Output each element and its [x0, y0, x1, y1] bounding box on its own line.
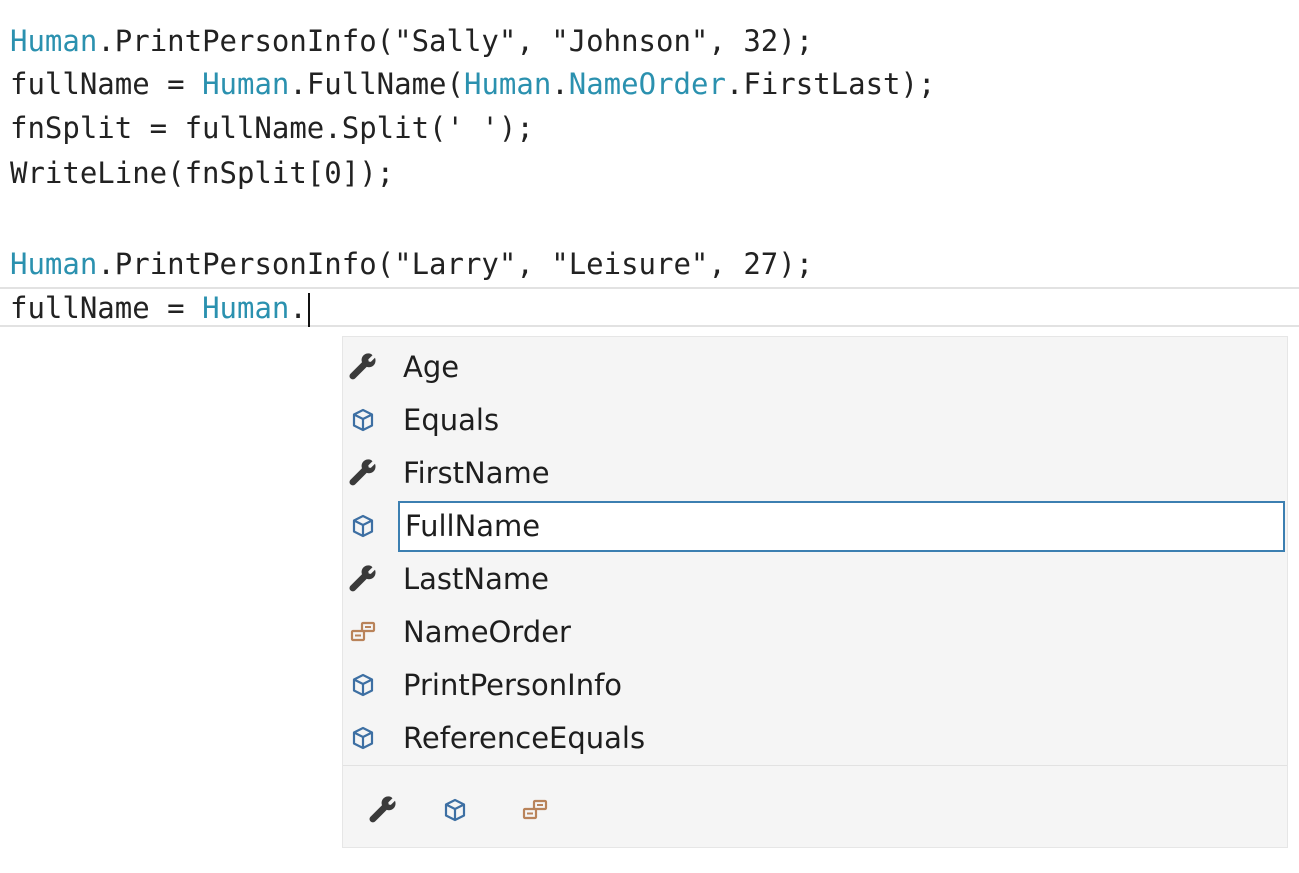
code-token: . [551, 67, 569, 101]
code-token: Human [463, 67, 552, 101]
completion-item-label: Age [403, 350, 460, 384]
code-token: Human [10, 247, 98, 281]
completion-item-label: FullName [405, 509, 541, 543]
code-token: WriteLine(fnSplit[0]); [10, 156, 395, 190]
cube-icon [348, 670, 378, 700]
code-token: . [289, 291, 307, 325]
code-line-print-larry[interactable]: Human.PrintPersonInfo("Larry", "Leisure"… [10, 242, 813, 286]
completion-filter-bar [343, 765, 1287, 847]
code-token: Human [202, 291, 290, 325]
code-line-print-sally[interactable]: Human.PrintPersonInfo("Sally", "Johnson"… [10, 19, 813, 63]
code-line-fullname-assign[interactable]: fullName = Human.FullName(Human.NameOrde… [10, 62, 935, 106]
completion-item-full-name[interactable]: FullName [343, 500, 1287, 553]
completion-item-first-name[interactable]: FirstName [343, 447, 1287, 500]
code-line-current[interactable]: fullName = Human. [10, 286, 310, 330]
cube-icon [348, 511, 378, 541]
code-line-fnsplit[interactable]: fnSplit = fullName.Split(' '); [10, 106, 534, 150]
completion-item-label: Equals [403, 403, 500, 437]
wrench-icon [368, 795, 398, 830]
code-token: .FirstLast); [725, 67, 936, 101]
completion-item-label: PrintPersonInfo [403, 668, 623, 702]
code-token: .FullName( [289, 67, 464, 101]
code-token: Human [202, 67, 290, 101]
intellisense-popup: Age Equals FirstName FullName LastName NameOr… [342, 336, 1288, 848]
cube-icon [348, 405, 378, 435]
completion-item-reference-equals[interactable]: ReferenceEquals [343, 712, 1287, 765]
filter-method-button[interactable] [435, 792, 475, 832]
enum-icon [348, 617, 378, 647]
code-token: Human [10, 24, 98, 58]
completion-item-label: ReferenceEquals [403, 721, 646, 755]
completion-item-label: NameOrder [403, 615, 571, 649]
filter-property-button[interactable] [363, 792, 403, 832]
code-token: fullName = [10, 67, 203, 101]
completion-item-name-order[interactable]: NameOrder [343, 606, 1287, 659]
wrench-icon [348, 352, 378, 382]
code-token: .PrintPersonInfo("Larry", "Leisure", 27)… [97, 247, 814, 281]
filter-enum-button[interactable] [515, 792, 555, 832]
completion-item-equals[interactable]: Equals [343, 394, 1287, 447]
text-caret [307, 293, 310, 327]
code-token: fnSplit = fullName.Split(' '); [10, 111, 534, 145]
completion-item-age[interactable]: Age [343, 341, 1287, 394]
completion-item-last-name[interactable]: LastName [343, 553, 1287, 606]
completion-item-label: LastName [403, 562, 549, 596]
wrench-icon [348, 564, 378, 594]
code-token: fullName = [10, 291, 203, 325]
completion-item-label: FirstName [403, 456, 550, 490]
enum-icon [520, 795, 550, 830]
code-token: .PrintPersonInfo("Sally", "Johnson", 32)… [97, 24, 814, 58]
wrench-icon [348, 458, 378, 488]
code-editor[interactable]: Human.PrintPersonInfo("Sally", "Johnson"… [0, 0, 1299, 873]
cube-icon [348, 723, 378, 753]
code-line-writeline[interactable]: WriteLine(fnSplit[0]); [10, 151, 394, 195]
cube-icon [440, 795, 470, 830]
code-token: NameOrder [568, 67, 726, 101]
completion-item-print-person-info[interactable]: PrintPersonInfo [343, 659, 1287, 712]
